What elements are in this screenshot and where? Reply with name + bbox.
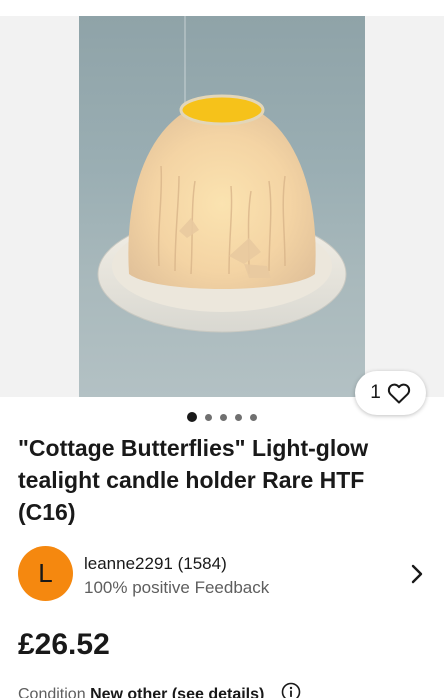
pagination-dot-5[interactable] xyxy=(250,414,257,421)
like-button[interactable]: 1 xyxy=(355,371,426,415)
like-count: 1 xyxy=(370,382,381,403)
product-photo[interactable] xyxy=(79,16,365,397)
gallery-pagination xyxy=(0,412,444,424)
avatar: L xyxy=(18,546,73,601)
item-price: £26.52 xyxy=(18,628,110,661)
pagination-dot-4[interactable] xyxy=(235,414,242,421)
candle-holder-illustration xyxy=(97,94,347,333)
seller-card[interactable]: L leanne2291 (1584) 100% positive Feedba… xyxy=(18,546,428,602)
condition-row: Condition New other (see details) xyxy=(18,682,301,698)
image-gallery[interactable] xyxy=(0,16,444,397)
condition-value[interactable]: New other (see details) xyxy=(90,686,264,698)
pagination-dot-3[interactable] xyxy=(220,414,227,421)
info-icon[interactable] xyxy=(281,682,301,698)
seller-name: leanne2291 (1584) xyxy=(84,554,227,573)
pagination-dot-2[interactable] xyxy=(205,414,212,421)
condition-label: Condition xyxy=(18,686,86,698)
chevron-right-icon[interactable] xyxy=(410,564,424,584)
pagination-dot-1[interactable] xyxy=(187,412,197,422)
heart-icon xyxy=(387,383,410,404)
seller-feedback: 100% positive Feedback xyxy=(84,578,270,597)
top-spacer xyxy=(0,0,444,16)
listing-title: "Cottage Butterflies" Light-glow tealigh… xyxy=(18,435,369,525)
